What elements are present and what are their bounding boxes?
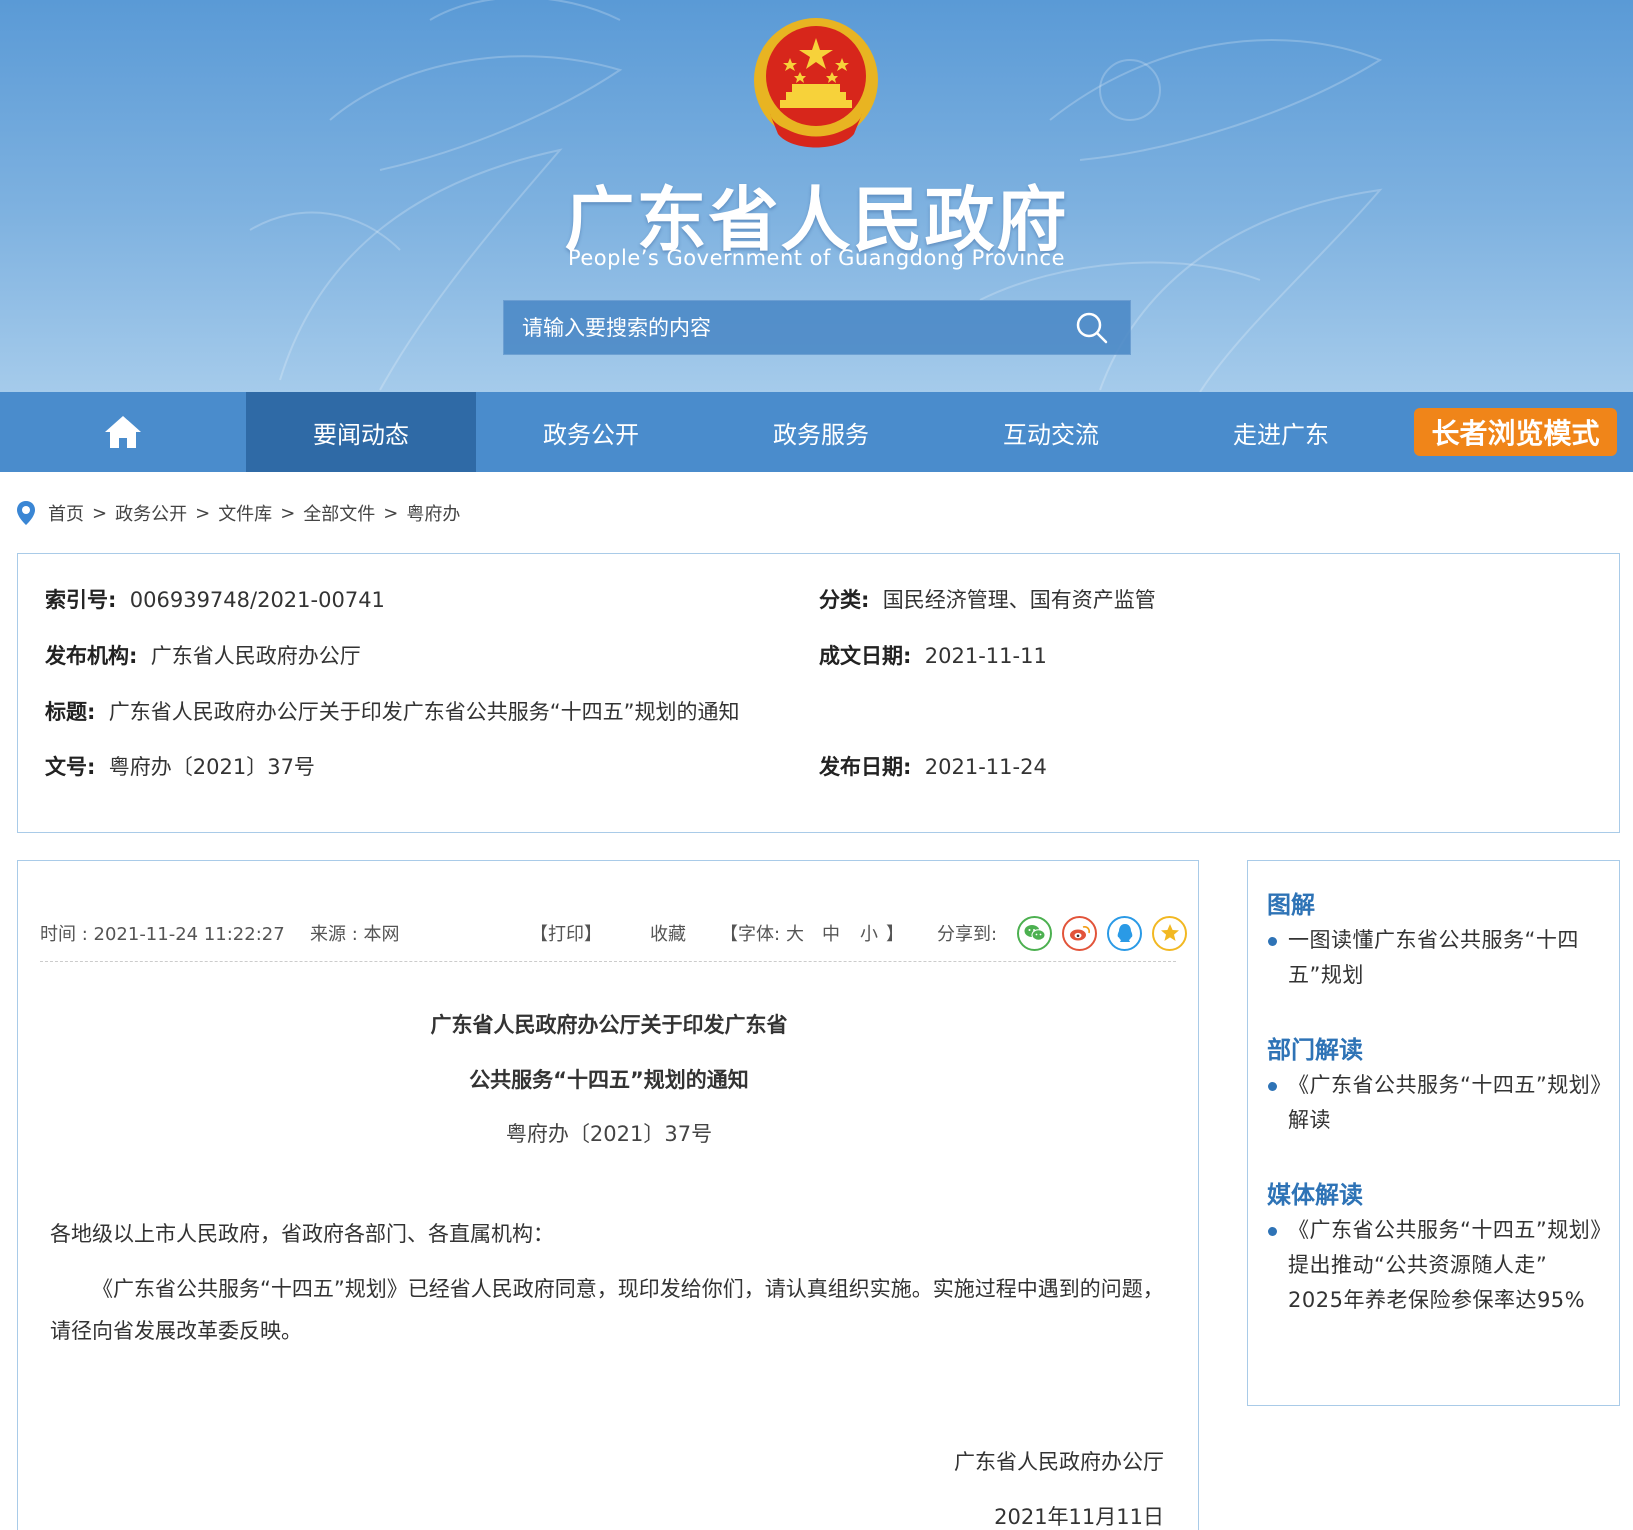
home-icon: [105, 416, 141, 448]
meta-index: 索引号: 006939748/2021-00741: [45, 584, 385, 614]
document-number: 粤府办〔2021〕37号: [505, 1122, 713, 1146]
share-label: 分享到:: [937, 924, 998, 945]
nav-item-interaction[interactable]: 互动交流: [936, 392, 1166, 472]
favorite-button[interactable]: 收藏: [650, 913, 686, 953]
breadcrumb-document-library[interactable]: 文件库: [218, 500, 272, 526]
site-subtitle: People’s Government of Guangdong Provinc…: [567, 246, 1066, 270]
national-emblem: [754, 18, 878, 148]
meta-doc-number-label: 文号:: [45, 755, 96, 779]
breadcrumb-home[interactable]: 首页: [48, 500, 84, 526]
share-qzone-button[interactable]: [1152, 915, 1187, 951]
sidebar-heading-department: 部门解读: [1267, 1036, 1363, 1064]
meta-doc-number: 文号: 粤府办〔2021〕37号: [45, 751, 315, 781]
meta-written-date-value: 2021-11-11: [924, 644, 1047, 668]
main-nav: 要闻动态 政务公开 政务服务 互动交流 走进广东 长者浏览模式: [0, 392, 1633, 472]
search-bar: [503, 300, 1131, 355]
toolbar-divider: [40, 961, 1176, 962]
font-size-close: 】: [886, 924, 904, 945]
sidebar-link-media[interactable]: 《广东省公共服务“十四五”规划》提出推动“公共资源随人走” 2025年养老保险参…: [1268, 1213, 1606, 1318]
search-button[interactable]: [1054, 301, 1130, 354]
sidebar-heading-infographic: 图解: [1267, 891, 1315, 919]
breadcrumb: 首页 > 政务公开 > 文件库 > 全部文件 > 粤府办: [16, 500, 460, 526]
meta-issuer-label: 发布机构:: [45, 644, 138, 668]
article-source: 来源 : 本网: [310, 924, 400, 945]
meta-category-value: 国民经济管理、国有资产监管: [882, 588, 1156, 612]
meta-title-value: 广东省人民政府办公厅关于印发广东省公共服务“十四五”规划的通知: [108, 700, 740, 724]
document-body: 《广东省公共服务“十四五”规划》已经省人民政府同意，现印发给你们，请认真组织实施…: [50, 1277, 1164, 1343]
nav-item-government-affairs[interactable]: 政务公开: [476, 392, 706, 472]
document-title-line-1: 广东省人民政府办公厅关于印发广东省: [430, 1013, 788, 1037]
meta-doc-number-value: 粤府办〔2021〕37号: [108, 755, 315, 779]
breadcrumb-government-affairs[interactable]: 政务公开: [115, 500, 187, 526]
document-title-line-2: 公共服务“十四五”规划的通知: [469, 1068, 749, 1092]
share-qq-button[interactable]: [1107, 915, 1142, 951]
breadcrumb-all-documents[interactable]: 全部文件: [303, 500, 375, 526]
header-banner: 广东省人民政府 People’s Government of Guangdong…: [0, 0, 1633, 392]
breadcrumb-separator: >: [92, 502, 108, 524]
meta-issuer-value: 广东省人民政府办公厅: [150, 644, 361, 668]
font-size-label: 【字体:: [720, 924, 781, 945]
weibo-icon: [1069, 926, 1090, 941]
share-wechat-button[interactable]: [1017, 915, 1052, 951]
breadcrumb-separator: >: [383, 502, 399, 524]
sidebar-heading-media: 媒体解读: [1267, 1181, 1363, 1209]
elder-mode-button[interactable]: 长者浏览模式: [1414, 408, 1617, 456]
meta-title-label: 标题:: [45, 700, 96, 724]
breadcrumb-current[interactable]: 粤府办: [406, 500, 460, 526]
document-signature: 广东省人民政府办公厅: [954, 1450, 1164, 1474]
meta-publish-date-label: 发布日期:: [819, 755, 912, 779]
nav-item-news[interactable]: 要闻动态: [246, 392, 476, 472]
meta-index-value: 006939748/2021-00741: [129, 588, 385, 612]
meta-category-label: 分类:: [819, 588, 870, 612]
sidebar-link-department[interactable]: 《广东省公共服务“十四五”规划》解读: [1268, 1068, 1606, 1138]
breadcrumb-separator: >: [280, 502, 296, 524]
search-icon: [1076, 312, 1108, 343]
font-medium-button[interactable]: 中: [822, 913, 840, 953]
document-salutation: 各地级以上市人民政府，省政府各部门、各直属机构：: [50, 1222, 554, 1246]
meta-written-date-label: 成文日期:: [819, 644, 912, 668]
document-meta-box: 索引号: 006939748/2021-00741 分类: 国民经济管理、国有资…: [17, 553, 1620, 833]
wechat-icon: [1024, 925, 1045, 941]
search-input[interactable]: [504, 301, 1054, 354]
article-panel: 时间 : 2021-11-24 11:22:27 来源 : 本网 【打印】 收藏…: [17, 860, 1199, 1530]
font-large-button[interactable]: 大: [786, 913, 804, 953]
font-small-button[interactable]: 小: [860, 913, 878, 953]
publish-time: 时间 : 2021-11-24 11:22:27: [40, 924, 285, 945]
home-button[interactable]: [0, 392, 246, 472]
meta-publish-date-value: 2021-11-24: [924, 755, 1047, 779]
nav-item-services[interactable]: 政务服务: [706, 392, 936, 472]
share-weibo-button[interactable]: [1062, 915, 1097, 951]
location-pin-icon: [17, 501, 35, 525]
interpretation-sidebar: 图解 一图读懂广东省公共服务“十四五”规划 部门解读 《广东省公共服务“十四五”…: [1247, 860, 1620, 1406]
print-button[interactable]: 【打印】: [530, 913, 602, 953]
meta-title: 标题: 广东省人民政府办公厅关于印发广东省公共服务“十四五”规划的通知: [45, 696, 740, 726]
meta-category: 分类: 国民经济管理、国有资产监管: [819, 584, 1156, 614]
breadcrumb-separator: >: [195, 502, 211, 524]
article-toolbar: 时间 : 2021-11-24 11:22:27 来源 : 本网 【打印】 收藏…: [40, 913, 1187, 953]
sidebar-link-infographic[interactable]: 一图读懂广东省公共服务“十四五”规划: [1268, 923, 1606, 993]
meta-publish-date: 发布日期: 2021-11-24: [819, 751, 1047, 781]
qq-icon: [1117, 924, 1132, 942]
nav-item-about-guangdong[interactable]: 走进广东: [1166, 392, 1396, 472]
meta-index-label: 索引号:: [45, 588, 117, 612]
qzone-star-icon: [1160, 924, 1179, 941]
document-date: 2021年11月11日: [994, 1505, 1164, 1529]
meta-issuer: 发布机构: 广东省人民政府办公厅: [45, 640, 361, 670]
meta-written-date: 成文日期: 2021-11-11: [819, 640, 1047, 670]
